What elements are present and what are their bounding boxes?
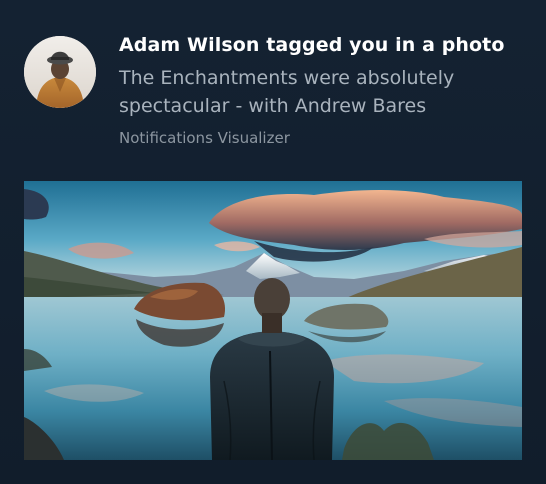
attribution-text: Notifications Visualizer (119, 129, 290, 147)
notification-body: The Enchantments were absolutely spectac… (119, 67, 455, 117)
hero-image[interactable] (24, 181, 522, 460)
toast-notification[interactable]: Adam Wilson tagged you in a photo The En… (0, 0, 546, 484)
avatar (24, 36, 96, 108)
notification-title: Adam Wilson tagged you in a photo (119, 34, 505, 56)
